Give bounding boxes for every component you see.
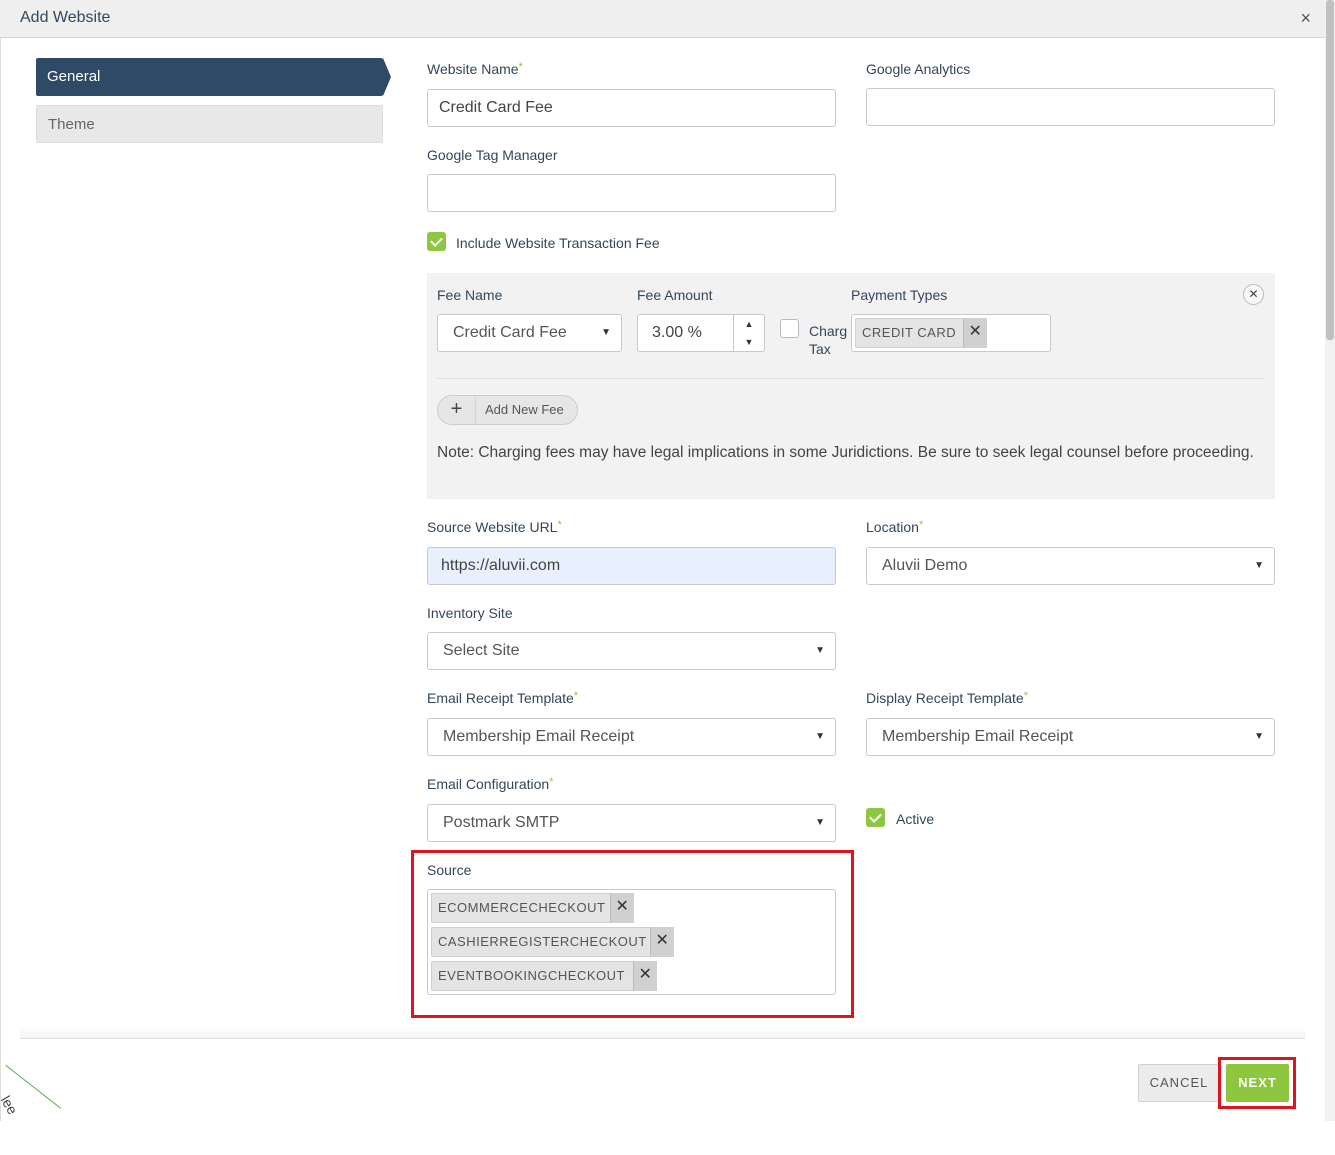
scrollbar[interactable] (1325, 0, 1335, 1121)
payment-types-label: Payment Types (851, 287, 948, 303)
nav-item-general[interactable]: General (36, 58, 391, 96)
chevron-down-icon: ▼ (601, 327, 611, 338)
source-url-label: Source Website URL* (427, 519, 562, 535)
charge-tax-checkbox[interactable] (780, 319, 799, 338)
remove-fee-icon[interactable]: ✕ (1243, 284, 1264, 305)
fee-divider (437, 378, 1265, 379)
required-mark: * (557, 519, 562, 531)
dialog-titlebar: Add Website × (0, 0, 1325, 38)
website-name-input[interactable]: Credit Card Fee (427, 89, 836, 127)
google-tag-manager-label: Google Tag Manager (427, 147, 558, 163)
google-analytics-input[interactable] (866, 88, 1275, 126)
payment-type-tag: CREDIT CARD ✕ (855, 318, 987, 348)
website-name-label-text: Website Name (427, 61, 519, 77)
email-config-value: Postmark SMTP (443, 814, 560, 831)
cancel-button[interactable]: CANCEL (1138, 1064, 1220, 1102)
fee-name-value: Credit Card Fee (453, 324, 567, 341)
charge-tax-line2: Tax (809, 341, 831, 357)
charge-tax-label: Charg Tax (809, 322, 851, 358)
email-config-label: Email Configuration* (427, 776, 553, 792)
inventory-site-label: Inventory Site (427, 605, 513, 621)
stepper-up-icon[interactable]: ▲ (734, 315, 764, 333)
fee-name-label: Fee Name (437, 287, 503, 303)
next-highlight-box (1218, 1057, 1296, 1109)
source-url-label-text: Source Website URL (427, 519, 558, 535)
google-analytics-label: Google Analytics (866, 61, 971, 77)
include-fee-label: Include Website Transaction Fee (456, 235, 660, 251)
display-receipt-label-text: Display Receipt Template (866, 690, 1024, 706)
chevron-down-icon: ▼ (815, 645, 825, 656)
scrollbar-thumb[interactable] (1326, 0, 1334, 340)
location-label: Location* (866, 519, 923, 535)
remove-tag-icon[interactable]: ✕ (963, 318, 987, 348)
fee-name-select[interactable]: Credit Card Fee ▼ (437, 314, 622, 352)
website-name-label: Website Name* (427, 61, 523, 77)
plus-icon: + (438, 396, 476, 424)
display-receipt-value: Membership Email Receipt (882, 728, 1074, 745)
chevron-down-icon: ▼ (815, 817, 825, 828)
active-checkbox[interactable] (866, 808, 885, 827)
fee-note: Note: Charging fees may have legal impli… (437, 444, 1254, 461)
charge-tax-line1: Charg (809, 323, 848, 339)
source-url-input[interactable]: https://aluvii.com (427, 547, 836, 585)
email-receipt-value: Membership Email Receipt (443, 728, 635, 745)
google-tag-manager-input[interactable] (427, 174, 836, 212)
stepper-down-icon[interactable]: ▼ (734, 333, 764, 351)
location-label-text: Location (866, 519, 919, 535)
location-value: Aluvii Demo (882, 557, 968, 574)
settings-nav: General Theme (36, 58, 391, 152)
payment-types-input[interactable]: CREDIT CARD ✕ (851, 314, 1051, 352)
chevron-down-icon: ▼ (1254, 731, 1264, 742)
footer-shade (20, 1025, 1305, 1038)
chevron-down-icon: ▼ (815, 731, 825, 742)
add-website-dialog: Add Website × General Theme Website Name… (0, 0, 1335, 1155)
payment-type-tag-label: CREDIT CARD (862, 325, 957, 340)
required-mark: * (1023, 690, 1028, 702)
fee-panel (427, 273, 1275, 499)
email-receipt-select[interactable]: Membership Email Receipt ▼ (427, 718, 836, 756)
inventory-site-select[interactable]: Select Site ▼ (427, 632, 836, 670)
required-mark: * (918, 519, 924, 531)
display-receipt-select[interactable]: Membership Email Receipt ▼ (866, 718, 1275, 756)
source-highlight-box (411, 850, 854, 1018)
email-config-select[interactable]: Postmark SMTP ▼ (427, 804, 836, 842)
email-config-label-text: Email Configuration (427, 776, 550, 792)
add-new-fee-button[interactable]: + Add New Fee (437, 395, 578, 425)
email-receipt-label-text: Email Receipt Template (427, 690, 574, 706)
required-mark: * (518, 61, 523, 73)
active-label: Active (896, 811, 935, 827)
email-receipt-label: Email Receipt Template* (427, 690, 578, 706)
fee-amount-label: Fee Amount (637, 287, 713, 303)
display-receipt-label: Display Receipt Template* (866, 690, 1028, 706)
dialog-title: Add Website (20, 9, 111, 26)
fee-amount-stepper[interactable]: ▲ ▼ (733, 315, 764, 351)
dialog-left-border (0, 38, 1, 1121)
chevron-down-icon: ▼ (1254, 560, 1264, 571)
close-icon[interactable]: × (1300, 8, 1311, 29)
inventory-site-value: Select Site (443, 642, 520, 659)
footer-divider (20, 1038, 1305, 1039)
required-mark: * (573, 690, 579, 702)
nav-item-theme[interactable]: Theme (36, 105, 383, 143)
add-new-fee-label: Add New Fee (485, 402, 564, 417)
location-select[interactable]: Aluvii Demo ▼ (866, 547, 1275, 585)
include-fee-checkbox[interactable] (427, 232, 446, 251)
required-mark: * (549, 776, 554, 788)
